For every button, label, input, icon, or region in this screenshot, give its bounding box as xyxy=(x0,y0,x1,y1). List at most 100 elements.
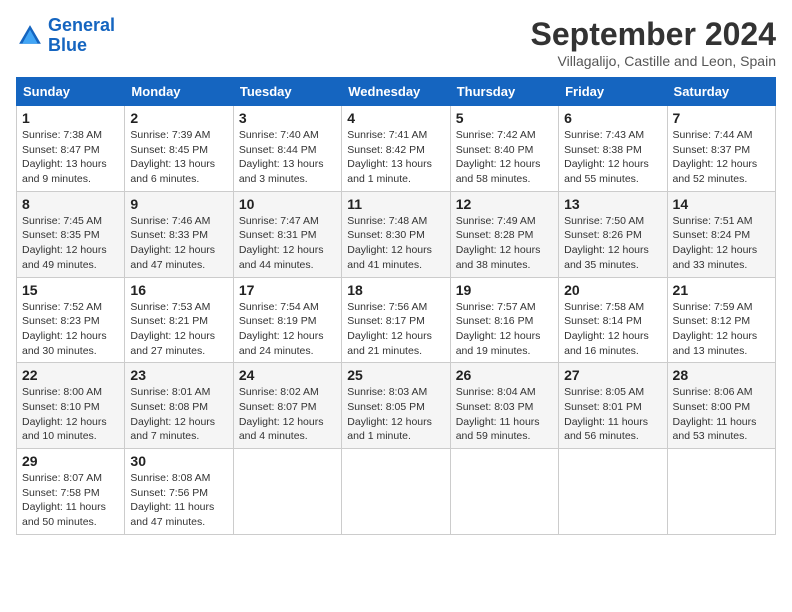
day-info: Sunrise: 7:48 AMSunset: 8:30 PMDaylight:… xyxy=(347,214,444,273)
calendar-cell xyxy=(667,449,775,535)
calendar-cell: 13Sunrise: 7:50 AMSunset: 8:26 PMDayligh… xyxy=(559,191,667,277)
calendar-cell xyxy=(233,449,341,535)
day-info: Sunrise: 8:04 AMSunset: 8:03 PMDaylight:… xyxy=(456,385,553,444)
day-info: Sunrise: 8:07 AMSunset: 7:58 PMDaylight:… xyxy=(22,471,119,530)
day-info: Sunrise: 8:01 AMSunset: 8:08 PMDaylight:… xyxy=(130,385,227,444)
calendar-cell xyxy=(559,449,667,535)
day-info: Sunrise: 8:02 AMSunset: 8:07 PMDaylight:… xyxy=(239,385,336,444)
calendar-cell: 15Sunrise: 7:52 AMSunset: 8:23 PMDayligh… xyxy=(17,277,125,363)
calendar-header-row: SundayMondayTuesdayWednesdayThursdayFrid… xyxy=(17,78,776,106)
calendar-cell: 16 Sunrise: 7:53 AMSunset: 8:21 PMDayligh… xyxy=(125,277,233,363)
day-info: Sunrise: 7:59 AMSunset: 8:12 PMDaylight:… xyxy=(673,300,770,359)
day-number: 2 xyxy=(130,110,227,126)
day-info: Sunrise: 7:44 AMSunset: 8:37 PMDaylight:… xyxy=(673,128,770,187)
day-number: 20 xyxy=(564,282,661,298)
day-number: 29 xyxy=(22,453,119,469)
day-info: Sunrise: 7:42 AMSunset: 8:40 PMDaylight:… xyxy=(456,128,553,187)
day-info: Sunrise: 7:40 AMSunset: 8:44 PMDaylight:… xyxy=(239,128,336,187)
calendar-week-row: 8 Sunrise: 7:45 AMSunset: 8:35 PMDaylight… xyxy=(17,191,776,277)
day-info: Sunrise: 8:05 AMSunset: 8:01 PMDaylight:… xyxy=(564,385,661,444)
calendar-cell: 11 Sunrise: 7:48 AMSunset: 8:30 PMDayligh… xyxy=(342,191,450,277)
calendar-cell: 21Sunrise: 7:59 AMSunset: 8:12 PMDayligh… xyxy=(667,277,775,363)
day-info: Sunrise: 7:53 AMSunset: 8:21 PMDaylight:… xyxy=(130,300,227,359)
day-number: 4 xyxy=(347,110,444,126)
day-number: 19 xyxy=(456,282,553,298)
weekday-header-tuesday: Tuesday xyxy=(233,78,341,106)
day-info: Sunrise: 7:54 AMSunset: 8:19 PMDaylight:… xyxy=(239,300,336,359)
calendar-cell: 26 Sunrise: 8:04 AMSunset: 8:03 PMDayligh… xyxy=(450,363,558,449)
day-info: Sunrise: 8:03 AMSunset: 8:05 PMDaylight:… xyxy=(347,385,444,444)
calendar-cell: 1 Sunrise: 7:38 AMSunset: 8:47 PMDaylight… xyxy=(17,106,125,192)
day-info: Sunrise: 7:52 AMSunset: 8:23 PMDaylight:… xyxy=(22,300,119,359)
day-number: 24 xyxy=(239,367,336,383)
day-number: 28 xyxy=(673,367,770,383)
day-info: Sunrise: 7:41 AMSunset: 8:42 PMDaylight:… xyxy=(347,128,444,187)
day-info: Sunrise: 7:38 AMSunset: 8:47 PMDaylight:… xyxy=(22,128,119,187)
calendar-cell: 4 Sunrise: 7:41 AMSunset: 8:42 PMDaylight… xyxy=(342,106,450,192)
calendar-cell: 30Sunrise: 8:08 AMSunset: 7:56 PMDayligh… xyxy=(125,449,233,535)
calendar-cell: 3 Sunrise: 7:40 AMSunset: 8:44 PMDaylight… xyxy=(233,106,341,192)
weekday-header-sunday: Sunday xyxy=(17,78,125,106)
calendar-cell: 12 Sunrise: 7:49 AMSunset: 8:28 PMDayligh… xyxy=(450,191,558,277)
calendar-cell: 22Sunrise: 8:00 AMSunset: 8:10 PMDayligh… xyxy=(17,363,125,449)
day-info: Sunrise: 7:39 AMSunset: 8:45 PMDaylight:… xyxy=(130,128,227,187)
logo: General Blue xyxy=(16,16,115,56)
logo-icon xyxy=(16,22,44,50)
day-info: Sunrise: 7:56 AMSunset: 8:17 PMDaylight:… xyxy=(347,300,444,359)
calendar-cell: 27 Sunrise: 8:05 AMSunset: 8:01 PMDayligh… xyxy=(559,363,667,449)
weekday-header-saturday: Saturday xyxy=(667,78,775,106)
day-number: 17 xyxy=(239,282,336,298)
day-info: Sunrise: 7:45 AMSunset: 8:35 PMDaylight:… xyxy=(22,214,119,273)
calendar-cell: 20 Sunrise: 7:58 AMSunset: 8:14 PMDayligh… xyxy=(559,277,667,363)
day-number: 12 xyxy=(456,196,553,212)
calendar-cell: 7 Sunrise: 7:44 AMSunset: 8:37 PMDaylight… xyxy=(667,106,775,192)
logo-line2: Blue xyxy=(48,35,87,55)
calendar-cell: 25 Sunrise: 8:03 AMSunset: 8:05 PMDayligh… xyxy=(342,363,450,449)
logo-line1: General xyxy=(48,15,115,35)
day-number: 23 xyxy=(130,367,227,383)
day-number: 25 xyxy=(347,367,444,383)
day-number: 8 xyxy=(22,196,119,212)
title-block: September 2024 Villagalijo, Castille and… xyxy=(531,16,776,69)
weekday-header-wednesday: Wednesday xyxy=(342,78,450,106)
day-info: Sunrise: 8:08 AMSunset: 7:56 PMDaylight:… xyxy=(130,471,227,530)
day-number: 7 xyxy=(673,110,770,126)
day-number: 5 xyxy=(456,110,553,126)
day-number: 16 xyxy=(130,282,227,298)
calendar-cell: 14 Sunrise: 7:51 AMSunset: 8:24 PMDayligh… xyxy=(667,191,775,277)
calendar-cell: 29 Sunrise: 8:07 AMSunset: 7:58 PMDayligh… xyxy=(17,449,125,535)
day-info: Sunrise: 7:49 AMSunset: 8:28 PMDaylight:… xyxy=(456,214,553,273)
day-info: Sunrise: 7:47 AMSunset: 8:31 PMDaylight:… xyxy=(239,214,336,273)
calendar-week-row: 1 Sunrise: 7:38 AMSunset: 8:47 PMDaylight… xyxy=(17,106,776,192)
day-number: 14 xyxy=(673,196,770,212)
day-number: 26 xyxy=(456,367,553,383)
day-number: 3 xyxy=(239,110,336,126)
day-number: 10 xyxy=(239,196,336,212)
calendar-cell: 5 Sunrise: 7:42 AMSunset: 8:40 PMDaylight… xyxy=(450,106,558,192)
logo-text: General Blue xyxy=(48,16,115,56)
day-number: 6 xyxy=(564,110,661,126)
day-info: Sunrise: 8:00 AMSunset: 8:10 PMDaylight:… xyxy=(22,385,119,444)
day-info: Sunrise: 7:57 AMSunset: 8:16 PMDaylight:… xyxy=(456,300,553,359)
calendar-cell xyxy=(450,449,558,535)
day-number: 13 xyxy=(564,196,661,212)
weekday-header-friday: Friday xyxy=(559,78,667,106)
day-info: Sunrise: 7:51 AMSunset: 8:24 PMDaylight:… xyxy=(673,214,770,273)
day-number: 1 xyxy=(22,110,119,126)
calendar-cell: 6 Sunrise: 7:43 AMSunset: 8:38 PMDaylight… xyxy=(559,106,667,192)
calendar-week-row: 22Sunrise: 8:00 AMSunset: 8:10 PMDayligh… xyxy=(17,363,776,449)
page-header: General Blue September 2024 Villagalijo,… xyxy=(16,16,776,69)
day-info: Sunrise: 7:58 AMSunset: 8:14 PMDaylight:… xyxy=(564,300,661,359)
calendar-cell: 2 Sunrise: 7:39 AMSunset: 8:45 PMDaylight… xyxy=(125,106,233,192)
weekday-header-thursday: Thursday xyxy=(450,78,558,106)
calendar-cell: 8 Sunrise: 7:45 AMSunset: 8:35 PMDaylight… xyxy=(17,191,125,277)
calendar-cell: 17 Sunrise: 7:54 AMSunset: 8:19 PMDayligh… xyxy=(233,277,341,363)
calendar-cell: 19 Sunrise: 7:57 AMSunset: 8:16 PMDayligh… xyxy=(450,277,558,363)
day-number: 27 xyxy=(564,367,661,383)
calendar-cell: 10 Sunrise: 7:47 AMSunset: 8:31 PMDayligh… xyxy=(233,191,341,277)
day-number: 11 xyxy=(347,196,444,212)
day-info: Sunrise: 7:43 AMSunset: 8:38 PMDaylight:… xyxy=(564,128,661,187)
calendar-week-row: 29 Sunrise: 8:07 AMSunset: 7:58 PMDayligh… xyxy=(17,449,776,535)
day-number: 18 xyxy=(347,282,444,298)
calendar-cell: 18 Sunrise: 7:56 AMSunset: 8:17 PMDayligh… xyxy=(342,277,450,363)
